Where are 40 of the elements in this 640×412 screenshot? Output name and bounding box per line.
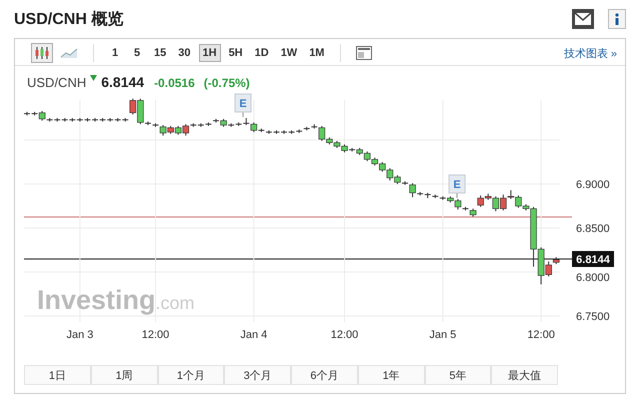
range-button[interactable]: 3个月 bbox=[224, 365, 291, 385]
candlestick-chart-button[interactable] bbox=[31, 43, 53, 63]
range-button[interactable]: 1周 bbox=[90, 365, 158, 385]
range-button[interactable]: 1年 bbox=[358, 365, 424, 385]
quote-price: 6.8144 bbox=[101, 74, 144, 90]
page-title: USD/CNH 概览 bbox=[14, 10, 124, 30]
interval-tab[interactable]: 1H bbox=[198, 44, 221, 62]
x-axis-label: 12:00 bbox=[330, 329, 358, 341]
y-axis-label: 6.8500 bbox=[576, 223, 610, 236]
interval-tab[interactable]: 30 bbox=[174, 44, 194, 62]
quote-change-percent: (-0.75%) bbox=[204, 76, 250, 90]
x-axis-label: Jan 4 bbox=[240, 329, 268, 341]
y-axis-label: 6.9000 bbox=[576, 179, 610, 192]
range-button[interactable]: 6个月 bbox=[291, 365, 358, 385]
x-axis-label: Jan 5 bbox=[429, 329, 456, 341]
interval-tab[interactable]: 1D bbox=[250, 44, 273, 62]
x-axis-label: Jan 3 bbox=[66, 329, 94, 341]
info-icon[interactable] bbox=[608, 9, 626, 29]
range-button[interactable]: 最大值 bbox=[491, 365, 558, 385]
x-axis-label: 12:00 bbox=[527, 329, 555, 341]
price-tag: 6.8144 bbox=[572, 251, 614, 267]
interval-tab[interactable]: 1W bbox=[276, 44, 302, 62]
quote-symbol: USD/CNH bbox=[27, 75, 86, 90]
interval-tab[interactable]: 5H bbox=[224, 44, 247, 62]
mail-icon[interactable] bbox=[572, 9, 594, 29]
interval-tab[interactable]: 1 bbox=[106, 44, 124, 62]
range-button[interactable]: 1日 bbox=[24, 365, 91, 385]
x-axis-label: 12:00 bbox=[142, 329, 170, 341]
y-axis-label: 6.8000 bbox=[576, 272, 610, 284]
window-icon bbox=[356, 46, 372, 60]
y-axis-label: 6.7500 bbox=[576, 311, 610, 324]
interval-tab[interactable]: 5 bbox=[128, 44, 146, 62]
interval-tab[interactable]: 1M bbox=[305, 44, 328, 62]
quote-change: -0.0516 bbox=[154, 76, 195, 90]
range-button[interactable]: 5年 bbox=[424, 365, 492, 385]
line-chart-icon bbox=[60, 47, 78, 59]
candlestick-icon bbox=[34, 46, 50, 60]
range-button[interactable]: 1个月 bbox=[158, 365, 224, 385]
technical-chart-link[interactable]: 技术图表 » bbox=[564, 46, 617, 60]
interval-tab[interactable]: 15 bbox=[150, 44, 170, 62]
